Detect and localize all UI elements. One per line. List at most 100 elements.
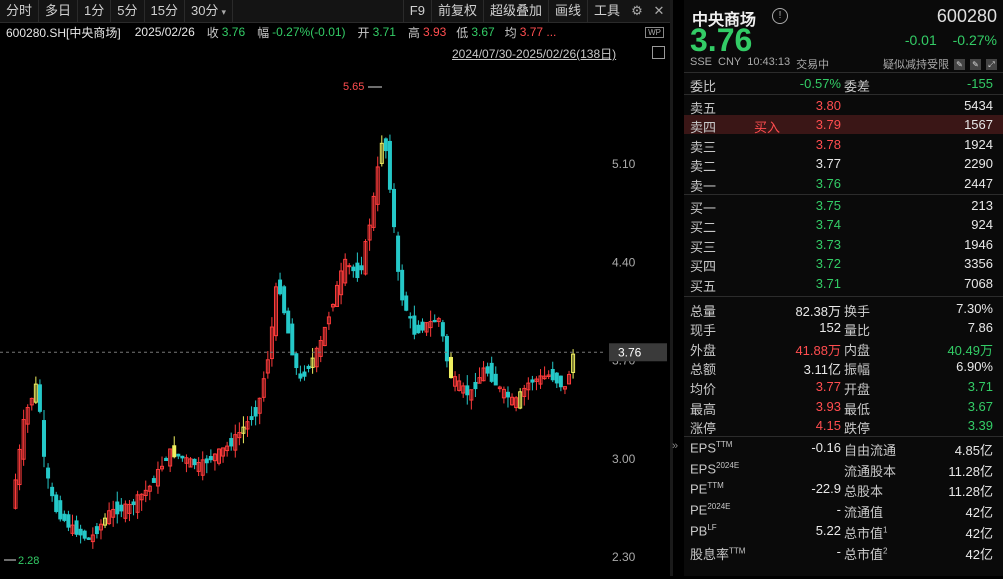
kline-info-bar: 600280.SH[中央商场] 2025/02/26 收 3.76 幅 -0.2…	[0, 23, 670, 41]
candle-body	[387, 140, 392, 190]
weibi-label: 委比	[690, 79, 717, 94]
ask-label: 卖二	[690, 159, 717, 175]
fundamental-row: PETTM -22.9 总股本 11.28亿	[684, 479, 1003, 500]
candle-body	[282, 286, 287, 314]
expand-icon[interactable]: ⤢	[986, 58, 997, 70]
bid-row: 买四 3.72 3356	[684, 254, 1003, 274]
candle-body	[62, 513, 67, 521]
toolbar-right-group: F9 前复权 超级叠加 画线 工具 ⚙ ✕	[402, 0, 670, 22]
ask-volume: 1924	[964, 136, 993, 152]
edit-icon[interactable]: ✎	[954, 58, 965, 70]
stat-label: 均价	[690, 382, 717, 397]
weicha-label: 委差	[844, 79, 871, 94]
stat-value: 3.71	[967, 379, 993, 394]
ask-row: 卖五 3.80 5434	[684, 96, 1003, 116]
bid-volume: 213	[971, 197, 993, 213]
close-icon[interactable]: ✕	[648, 0, 670, 22]
candle-body	[172, 445, 177, 458]
period-tab-30min[interactable]: 30分	[185, 0, 233, 22]
stat-label: 外盘	[690, 342, 717, 358]
collapse-panel-icon[interactable]: »	[672, 440, 678, 452]
stock-code: 600280	[936, 6, 997, 26]
candle-body	[558, 375, 563, 388]
f9-button[interactable]: F9	[402, 0, 431, 22]
candle-body	[151, 478, 156, 483]
candle-body	[180, 455, 185, 459]
fund-label: EPSTTM	[690, 439, 733, 456]
candle-body	[351, 266, 356, 272]
candle-body	[37, 384, 42, 412]
quote-panel: 中央商场 ! 600280 3.76 -0.01 -0.27% SSE CNY …	[684, 0, 1003, 576]
settings-icon[interactable]: ⚙	[626, 0, 648, 22]
stat-row: 外盘 41.88万 内盘 40.49万	[684, 338, 1003, 358]
fund-sup: 2	[883, 546, 888, 556]
kline-svg[interactable]: 5.104.403.703.002.305.652.283.76	[0, 60, 670, 576]
currency-label: CNY	[718, 56, 742, 68]
ask-label: 卖四	[690, 120, 717, 136]
stat-label: 内盘	[844, 342, 871, 358]
ask-row: 卖三 3.78 1924	[684, 135, 1003, 155]
fund-value: -	[836, 502, 841, 518]
candle-body	[550, 368, 555, 381]
fund-label: PBLF	[690, 523, 717, 539]
bid-row: 买三 3.73 1946	[684, 235, 1003, 255]
stat-value: 6.90%	[956, 359, 993, 375]
wp-icon[interactable]: WP	[645, 26, 664, 38]
period-tab-5min[interactable]: 5分	[111, 0, 145, 22]
ask-volume: 5434	[964, 97, 993, 113]
candle-body	[530, 379, 535, 383]
candle-body	[302, 371, 307, 377]
candle-body	[383, 138, 388, 152]
candle-body	[50, 486, 55, 497]
candle-body	[465, 385, 470, 396]
fund-value: -	[836, 543, 841, 559]
stat-value: 40.49万	[947, 342, 993, 358]
fund-value: 42亿	[965, 505, 993, 521]
candle-body	[208, 456, 213, 461]
candle-body	[408, 316, 413, 319]
candle-body	[229, 438, 234, 447]
info-icon[interactable]: !	[772, 8, 788, 24]
y-tick-label: 2.30	[612, 550, 636, 564]
bid-price: 3.74	[815, 217, 841, 233]
period-tab-1min[interactable]: 1分	[78, 0, 112, 22]
candle-body	[505, 391, 510, 398]
ask-volume: 2447	[964, 176, 993, 191]
period-tab-15min[interactable]: 15分	[145, 0, 185, 22]
tools-button[interactable]: 工具	[586, 0, 626, 22]
candle-body	[444, 335, 449, 362]
kline-chart[interactable]: 5.104.403.703.002.305.652.283.76	[0, 60, 670, 576]
stat-label: 最低	[844, 401, 871, 417]
fundamental-row: PE2024E - 流通值 42亿	[684, 500, 1003, 521]
adjust-button[interactable]: 前复权	[430, 0, 483, 22]
fund-sup: LF	[707, 523, 717, 532]
panel-divider[interactable]	[670, 0, 673, 576]
fund-value: 5.22	[815, 523, 841, 538]
period-tab-multiday[interactable]: 多日	[39, 0, 79, 22]
tag-label[interactable]: 疑似减持受限	[883, 56, 949, 72]
overlay-button[interactable]: 超级叠加	[482, 0, 548, 22]
market-meta: SSE CNY 10:43:13 交易中	[690, 56, 829, 72]
ask-price: 3.77	[815, 156, 841, 172]
weibi-row: 委比 -0.57% 委差 -155	[684, 74, 1003, 94]
ask-volume: 1567	[964, 117, 993, 133]
fund-label: 总股本	[844, 484, 884, 500]
bid-label: 买一	[690, 200, 717, 216]
candle-body	[46, 467, 51, 479]
close-value: 3.76	[221, 25, 246, 39]
draw-button[interactable]: 画线	[547, 0, 587, 22]
range-box-icon[interactable]	[652, 46, 665, 59]
stat-value: 3.93	[815, 398, 841, 414]
period-tab-intraday[interactable]: 分时	[0, 0, 40, 22]
bid-price: 3.71	[815, 276, 841, 291]
candle-body	[290, 323, 295, 356]
pin-icon[interactable]: ✎	[970, 58, 981, 70]
candle-body	[554, 372, 559, 384]
chg-value: -0.27%(-0.01)	[272, 25, 346, 39]
current-price: 3.76	[690, 22, 753, 58]
separator	[684, 435, 1003, 437]
stat-row: 现手 152 量比 7.86	[684, 318, 1003, 338]
candle-body	[86, 537, 91, 540]
candle-body	[396, 235, 401, 272]
low-label: 低	[456, 25, 469, 40]
